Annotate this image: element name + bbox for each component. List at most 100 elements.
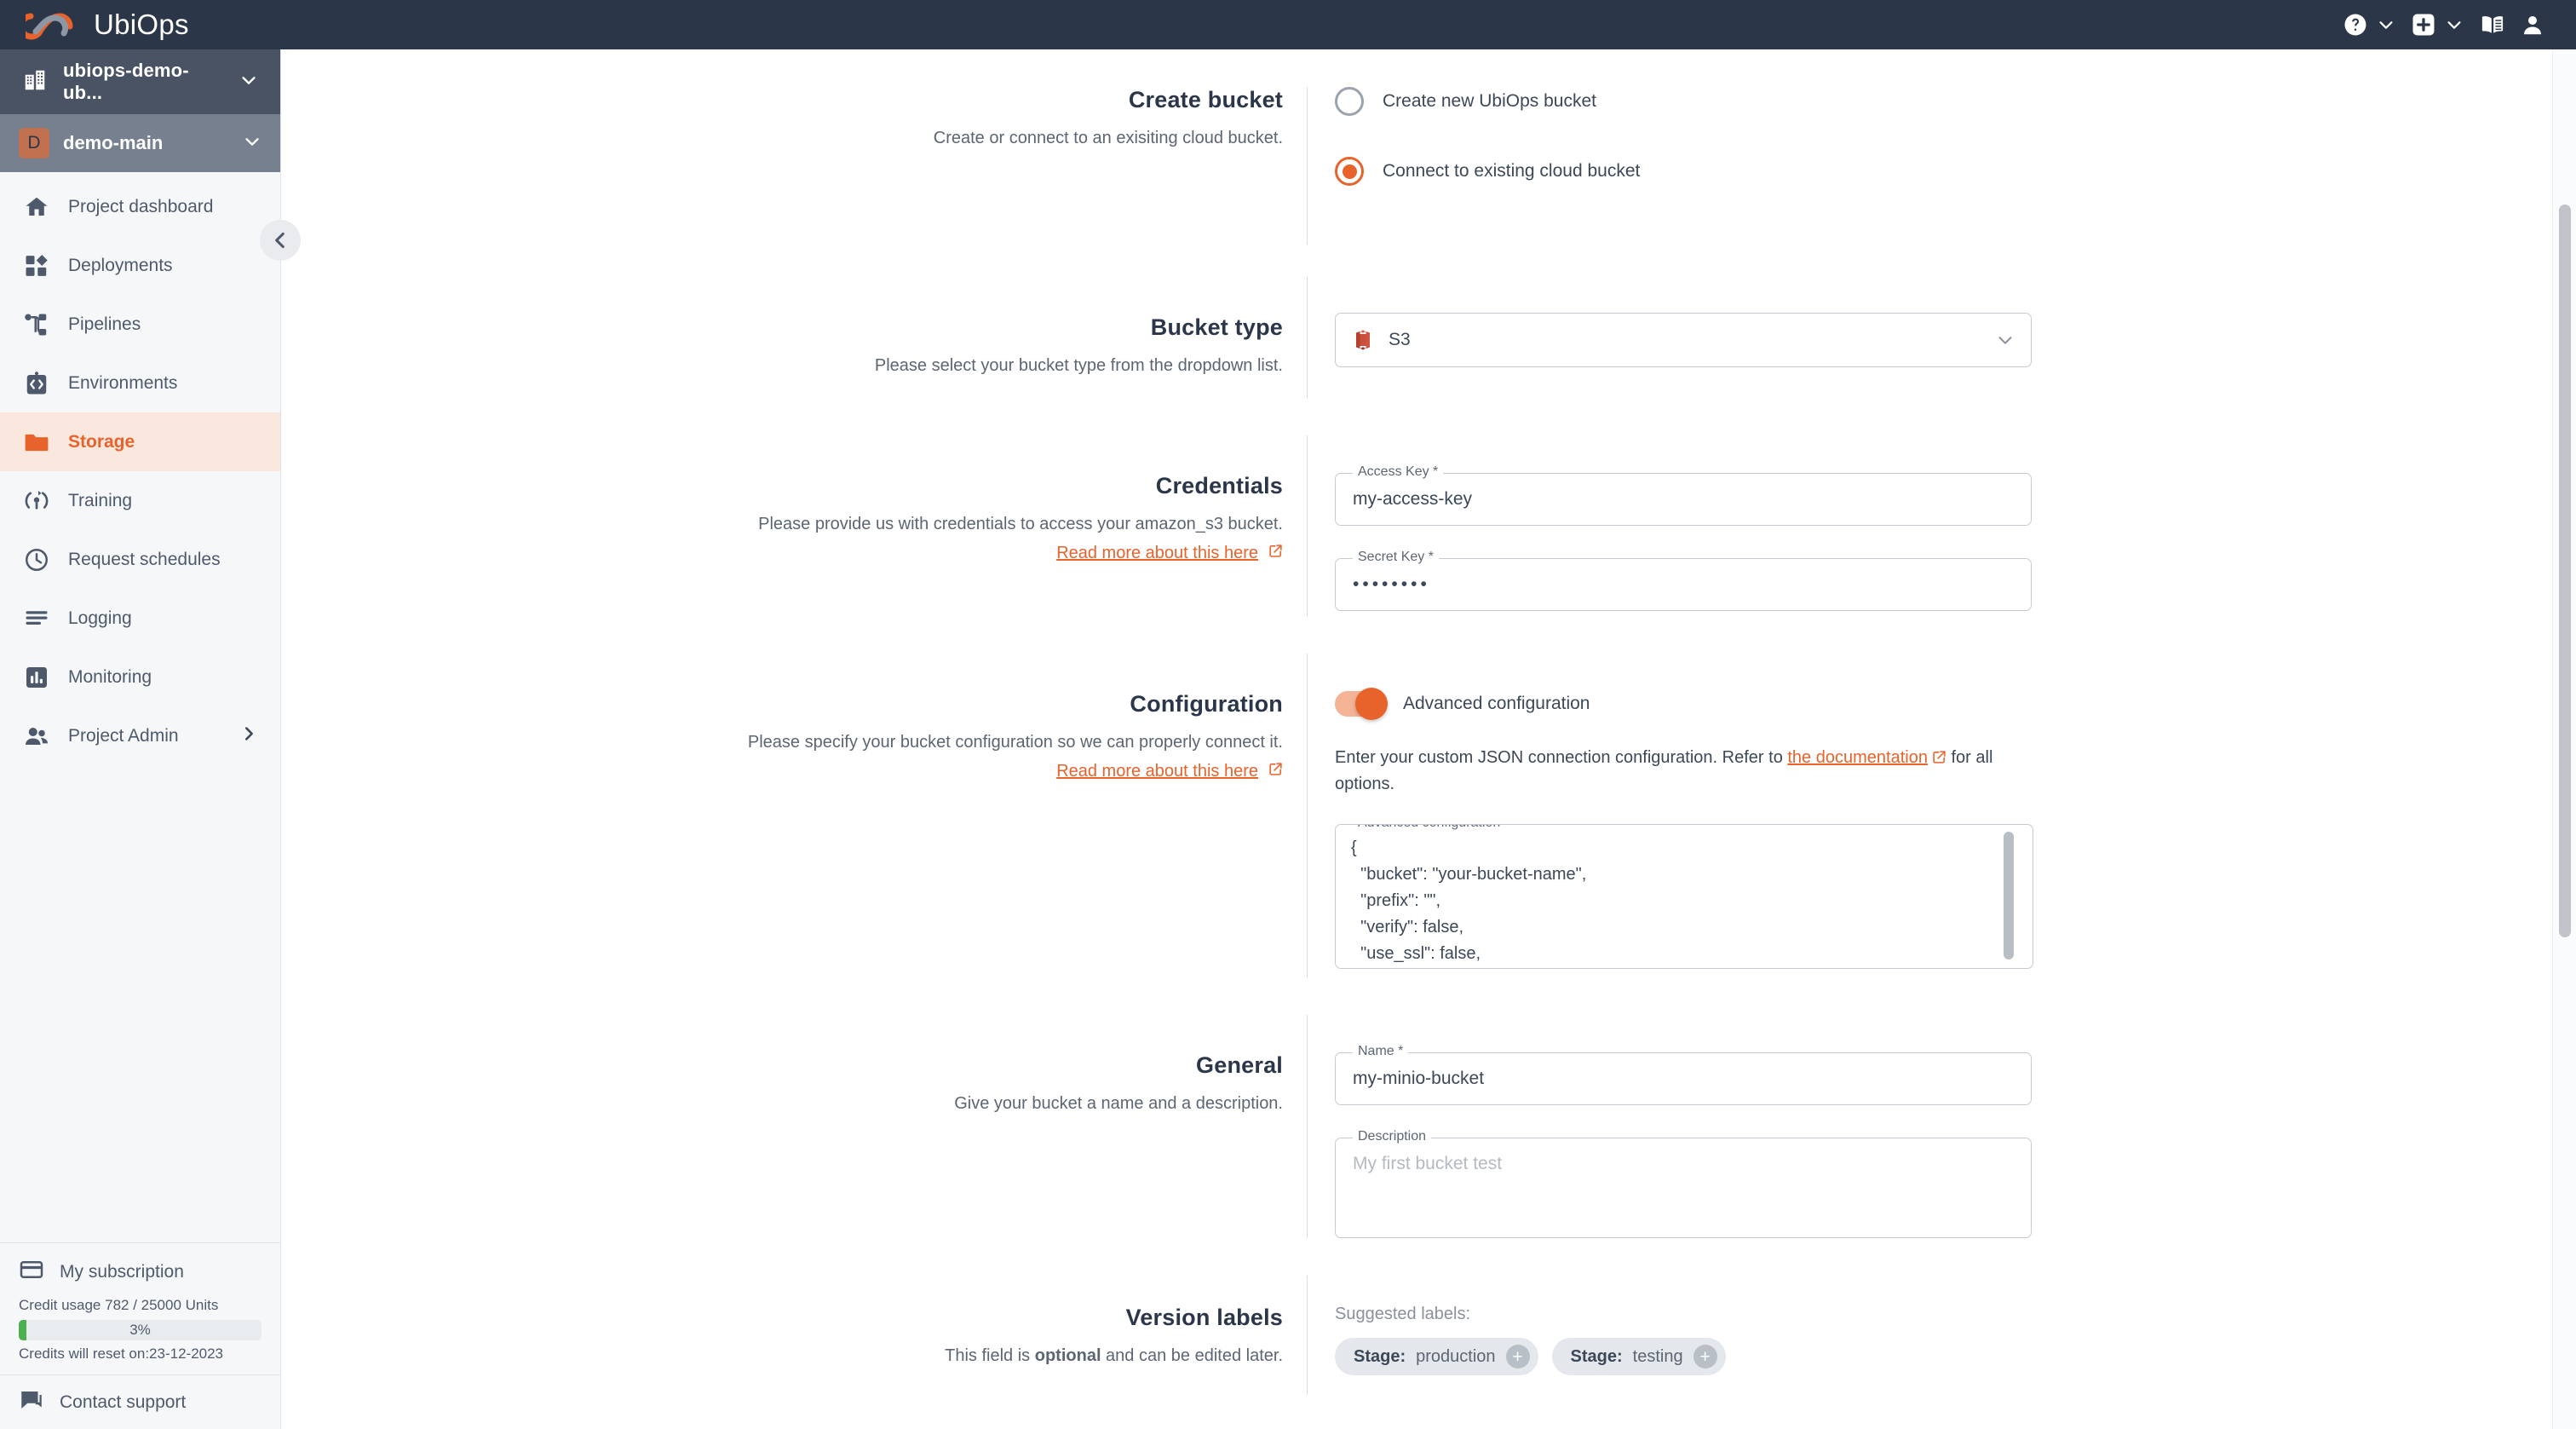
documentation-link[interactable]: the documentation xyxy=(1787,748,1928,767)
add-label-plus-icon[interactable]: + xyxy=(1505,1345,1530,1368)
sidebar-item-project-dashboard[interactable]: Project dashboard xyxy=(0,177,280,236)
textarea-scrollbar-thumb[interactable] xyxy=(2004,832,2014,959)
top-bar: UbiOps xyxy=(0,0,2576,49)
brand-logo-area[interactable]: UbiOps xyxy=(0,8,189,42)
users-icon xyxy=(22,722,51,751)
access-key-field[interactable]: Access Key * my-access-key xyxy=(1335,464,2032,526)
credentials-read-more-link[interactable]: Read more about this here xyxy=(1056,544,1283,563)
section-title: Create bucket xyxy=(1128,87,1283,112)
sidebar-item-training[interactable]: Training xyxy=(0,471,280,530)
section-configuration-info: Configuration Please specify your bucket… xyxy=(282,654,1308,977)
subscription-panel: My subscription Credit usage 782 / 25000… xyxy=(0,1242,280,1374)
radio-create-new-ubiops-bucket[interactable]: Create new UbiOps bucket xyxy=(1335,87,2576,116)
advanced-configuration-toggle-row[interactable]: Advanced configuration xyxy=(1335,688,2576,720)
textarea-scrollbar-track[interactable] xyxy=(2004,832,2014,961)
secret-key-field[interactable]: Secret Key * •••••••• xyxy=(1335,550,2032,611)
sidebar-item-environments[interactable]: Environments xyxy=(0,354,280,412)
chevron-down-icon[interactable] xyxy=(1980,314,2031,366)
project-chevron-down-icon[interactable] xyxy=(243,132,262,155)
organization-selector[interactable]: ubiops-demo-ub... xyxy=(0,49,280,114)
credit-usage-bar: 3% xyxy=(19,1320,262,1340)
sidebar-item-deployments[interactable]: Deployments xyxy=(0,236,280,295)
clock-icon xyxy=(22,545,51,574)
sidebar-item-label: Storage xyxy=(68,431,135,452)
radio-label: Connect to existing cloud bucket xyxy=(1383,161,1641,181)
training-icon xyxy=(22,487,51,516)
bucket-type-value: S3 xyxy=(1389,330,1411,349)
sidebar-item-project-admin[interactable]: Project Admin xyxy=(0,706,280,765)
organization-name: ubiops-demo-ub... xyxy=(63,60,189,103)
sidebar-item-label: Pipelines xyxy=(68,314,141,334)
section-configuration: Configuration Please specify your bucket… xyxy=(282,654,2576,1015)
secret-key-input[interactable]: •••••••• xyxy=(1336,559,2031,610)
contact-support-label: Contact support xyxy=(60,1392,187,1412)
organization-chevron-down-icon[interactable] xyxy=(239,71,258,94)
contact-support-button[interactable]: Contact support xyxy=(0,1374,280,1429)
sidebar-item-label: Deployments xyxy=(68,255,173,275)
credit-usage-fill xyxy=(19,1320,26,1340)
access-key-input[interactable]: my-access-key xyxy=(1336,474,2031,525)
sidebar-item-label: Training xyxy=(68,490,133,510)
section-title: Configuration xyxy=(1130,691,1283,717)
section-bucket-type-controls: S3 xyxy=(1308,277,2576,398)
radio-connect-existing-cloud-bucket[interactable]: Connect to existing cloud bucket xyxy=(1335,157,2576,186)
bucket-description-input[interactable]: My first bucket test xyxy=(1336,1138,2031,1190)
page-scrollbar-track[interactable] xyxy=(2552,49,2576,1429)
chip-key: Stage: xyxy=(1354,1346,1406,1366)
section-bucket-type-info: Bucket type Please select your bucket ty… xyxy=(282,277,1308,398)
environments-icon xyxy=(22,369,51,398)
sidebar-item-monitoring[interactable]: Monitoring xyxy=(0,648,280,706)
section-configuration-controls: Advanced configuration Enter your custom… xyxy=(1308,654,2576,977)
configuration-read-more-link[interactable]: Read more about this here xyxy=(1056,762,1283,781)
add-label-plus-icon[interactable]: + xyxy=(1693,1345,1717,1368)
sidebar-item-request-schedules[interactable]: Request schedules xyxy=(0,530,280,589)
user-account-icon[interactable] xyxy=(2513,0,2552,49)
page-scrollbar-thumb[interactable] xyxy=(2559,205,2571,937)
project-admin-chevron-right-icon[interactable] xyxy=(239,724,258,748)
section-credentials: Credentials Please provide us with crede… xyxy=(282,435,2576,654)
suggested-label-chip-production[interactable]: Stage: production + xyxy=(1335,1338,1538,1375)
sidebar-item-pipelines[interactable]: Pipelines xyxy=(0,295,280,354)
sidebar-collapse-button[interactable] xyxy=(260,220,301,261)
chip-key: Stage: xyxy=(1570,1346,1623,1366)
external-link-icon xyxy=(1268,762,1283,781)
project-avatar: D xyxy=(19,128,49,158)
configuration-read-more-label: Read more about this here xyxy=(1056,762,1258,781)
version-labels-desc-suffix: and can be edited later. xyxy=(1101,1346,1283,1365)
radio-selected-icon[interactable] xyxy=(1335,157,1364,186)
bucket-description-field[interactable]: Description My first bucket test xyxy=(1335,1129,2032,1238)
logging-icon xyxy=(22,604,51,633)
advanced-configuration-textarea-wrapper[interactable]: Advanced configuration { "bucket": "your… xyxy=(1335,824,2033,969)
credit-card-icon xyxy=(19,1257,44,1287)
create-new-icon[interactable] xyxy=(2404,0,2443,49)
bucket-name-field[interactable]: Name * my-minio-bucket xyxy=(1335,1044,2032,1105)
section-description: Please select your bucket type from the … xyxy=(874,356,1283,375)
section-general-controls: Name * my-minio-bucket Description My fi… xyxy=(1308,1015,2576,1238)
sidebar-item-storage[interactable]: Storage xyxy=(0,412,280,471)
project-selector[interactable]: D demo-main xyxy=(0,114,280,172)
radio-label: Create new UbiOps bucket xyxy=(1383,91,1596,111)
section-title: Credentials xyxy=(1155,473,1283,498)
radio-unselected-icon[interactable] xyxy=(1335,87,1364,116)
help-icon[interactable] xyxy=(2336,0,2375,49)
section-description: Create or connect to an exisiting cloud … xyxy=(933,129,1283,147)
folder-icon xyxy=(22,428,51,457)
secret-key-label: Secret Key * xyxy=(1353,550,1439,565)
bucket-type-select[interactable]: S3 xyxy=(1335,313,2032,367)
my-subscription-link[interactable]: My subscription xyxy=(19,1257,262,1287)
advanced-configuration-toggle-label: Advanced configuration xyxy=(1403,694,1590,713)
deployments-icon xyxy=(22,251,51,280)
advanced-configuration-toggle[interactable] xyxy=(1335,688,1388,720)
advanced-configuration-textarea[interactable]: { "bucket": "your-bucket-name", "prefix"… xyxy=(1336,825,2033,968)
sidebar-item-logging[interactable]: Logging xyxy=(0,589,280,648)
help-chevron-down-icon[interactable] xyxy=(2375,0,2404,49)
sidebar-item-label: Monitoring xyxy=(68,666,152,687)
ubiops-logo-icon xyxy=(18,8,80,42)
bucket-name-input[interactable]: my-minio-bucket xyxy=(1336,1053,2031,1104)
section-title: Version labels xyxy=(1125,1305,1283,1330)
section-description: This field is optional and can be edited… xyxy=(282,1345,1283,1368)
sidebar-nav: Project dashboard Deployments Pipelines … xyxy=(0,172,280,765)
suggested-label-chip-testing[interactable]: Stage: testing + xyxy=(1551,1338,1726,1375)
docs-book-icon[interactable] xyxy=(2472,0,2513,49)
create-chevron-down-icon[interactable] xyxy=(2443,0,2472,49)
